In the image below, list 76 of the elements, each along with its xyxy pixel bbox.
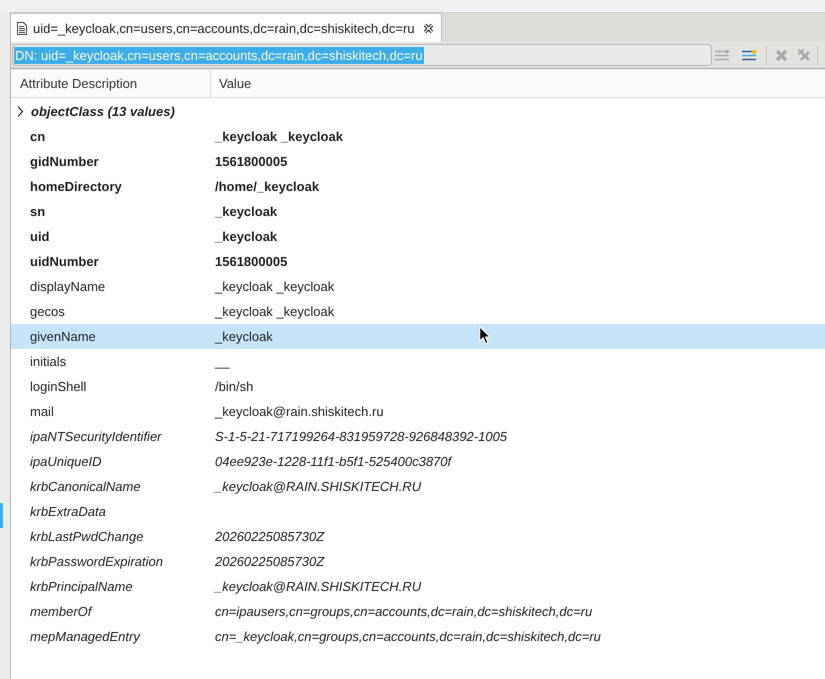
close-icon[interactable] (422, 22, 434, 34)
attribute-name: uid (30, 229, 50, 244)
attribute-value: 1561800005 (215, 254, 288, 269)
attribute-value: S-1-5-21-717199264-831959728-926848392-1005 (215, 429, 508, 444)
attribute-value: 04ee923e-1228-11f1-b5f1-525400c3870f (215, 454, 452, 469)
attribute-value: /bin/sh (215, 379, 254, 394)
attribute-value: 20260225085730Z (215, 529, 324, 544)
attribute-value: _keycloak@rain.shiskitech.ru (215, 404, 384, 419)
attribute-value: cn=_keycloak,cn=groups,cn=accounts,dc=rain,dc=shiskitech,dc=ru (215, 629, 601, 644)
attribute-value: _keycloak (215, 204, 278, 219)
attribute-name: displayName (30, 279, 106, 294)
attribute-name: uidNumber (30, 254, 99, 269)
double-cross-icon (797, 48, 811, 62)
table-row[interactable]: sn _keycloak (11, 199, 825, 224)
table-row[interactable]: uid _keycloak (11, 224, 825, 249)
table-row[interactable]: gidNumber 1561800005 (11, 149, 825, 174)
table-row[interactable]: uidNumber 1561800005 (11, 249, 825, 274)
attribute-value: _keycloak (215, 329, 273, 344)
attribute-name: krbExtraData (30, 504, 106, 519)
chevron-icon[interactable] (17, 106, 24, 117)
table-row[interactable]: krbExtraData (11, 499, 825, 524)
attribute-value: _keycloak@RAIN.SHISKITECH.RU (215, 479, 422, 494)
lines-plus-icon (742, 49, 758, 61)
attribute-name: mepManagedEntry (30, 629, 140, 644)
attribute-name: givenName (30, 329, 96, 344)
attribute-name: mail (30, 404, 54, 419)
attribute-name: krbCanonicalName (30, 479, 141, 494)
lines-arrow-icon (715, 49, 731, 61)
attribute-name: initials (30, 354, 66, 369)
table-row[interactable]: krbPrincipalName _keycloak@RAIN.SHISKITECH.RU (11, 574, 825, 599)
table-row[interactable]: cn _keycloak _keycloak (11, 124, 825, 149)
document-icon (17, 22, 27, 34)
attribute-name: krbLastPwdChange (30, 529, 144, 544)
attribute-name: krbPrincipalName (30, 579, 133, 594)
attribute-name: krbPasswordExpiration (30, 554, 163, 569)
table-row[interactable]: ipaUniqueID 04ee923e-1228-11f1-b5f1-525400c3870f (11, 449, 825, 474)
attribute-name: cn (30, 129, 46, 144)
attribute-value: _keycloak _keycloak (215, 129, 343, 144)
attribute-name: sn (30, 204, 46, 219)
table-row[interactable]: displayName _keycloak _keycloak (11, 274, 825, 299)
attribute-value: cn=ipausers,cn=groups,cn=accounts,dc=rain,dc=shiskitech,dc=ru (215, 604, 592, 619)
table-row[interactable]: krbPasswordExpiration 20260225085730Z (11, 549, 825, 574)
table-row[interactable]: gecos _keycloak _keycloak (11, 299, 825, 324)
attribute-name: ipaUniqueID (30, 454, 102, 469)
attribute-name: loginShell (30, 379, 86, 394)
attribute-name: memberOf (30, 604, 92, 619)
selection-highlight (0, 503, 3, 528)
attribute-name: gecos (30, 304, 65, 319)
table-row[interactable]: initials __ (11, 349, 825, 374)
attribute-value: _keycloak _keycloak (215, 304, 334, 319)
attribute-value: __ (215, 354, 230, 369)
table-row[interactable]: givenName _keycloak (11, 324, 825, 349)
attribute-name: gidNumber (30, 154, 99, 169)
table-row[interactable]: krbCanonicalName _keycloak@RAIN.SHISKITECH.RU (11, 474, 825, 499)
table-row[interactable]: ipaNTSecurityIdentifier S-1-5-21-717199264-831959728-926848392-1005 (11, 424, 825, 449)
table-row[interactable]: loginShell /bin/sh (11, 374, 825, 399)
attribute-value: 20260225085730Z (215, 554, 324, 569)
cross-icon (774, 48, 788, 62)
editor-tab[interactable]: uid=_keycloak,cn=users,cn=accounts,dc=rain,dc=shiskitech,dc=ru (11, 13, 442, 42)
attribute-value: /home/_keycloak (215, 179, 320, 194)
attribute-name: homeDirectory (30, 179, 122, 194)
column-header[interactable]: Attribute Description (11, 70, 211, 97)
table-row[interactable]: mail _keycloak@rain.shiskitech.ru (11, 399, 825, 424)
attribute-value: _keycloak@RAIN.SHISKITECH.RU (215, 579, 422, 594)
attribute-name: ipaNTSecurityIdentifier (30, 429, 162, 444)
table-row[interactable]: homeDirectory /home/_keycloak (11, 174, 825, 199)
table-row[interactable]: memberOf cn=ipausers,cn=groups,cn=accounts,dc=rain,dc=shiskitech,dc=ru (11, 599, 825, 624)
table-row[interactable]: objectClass (13 values) (11, 99, 825, 124)
mouse-pointer-icon (479, 326, 491, 345)
attribute-value: _keycloak _keycloak (215, 279, 334, 294)
attribute-value: _keycloak (215, 229, 278, 244)
column-header[interactable]: Value (211, 70, 252, 97)
table-row[interactable]: mepManagedEntry cn=_keycloak,cn=groups,cn=accounts,dc=rain,dc=shiskitech,dc=ru (11, 624, 825, 649)
table-row[interactable]: krbLastPwdChange 20260225085730Z (11, 524, 825, 549)
attribute-value: 1561800005 (215, 154, 288, 169)
attribute-name: objectClass (13 values) (31, 104, 175, 119)
